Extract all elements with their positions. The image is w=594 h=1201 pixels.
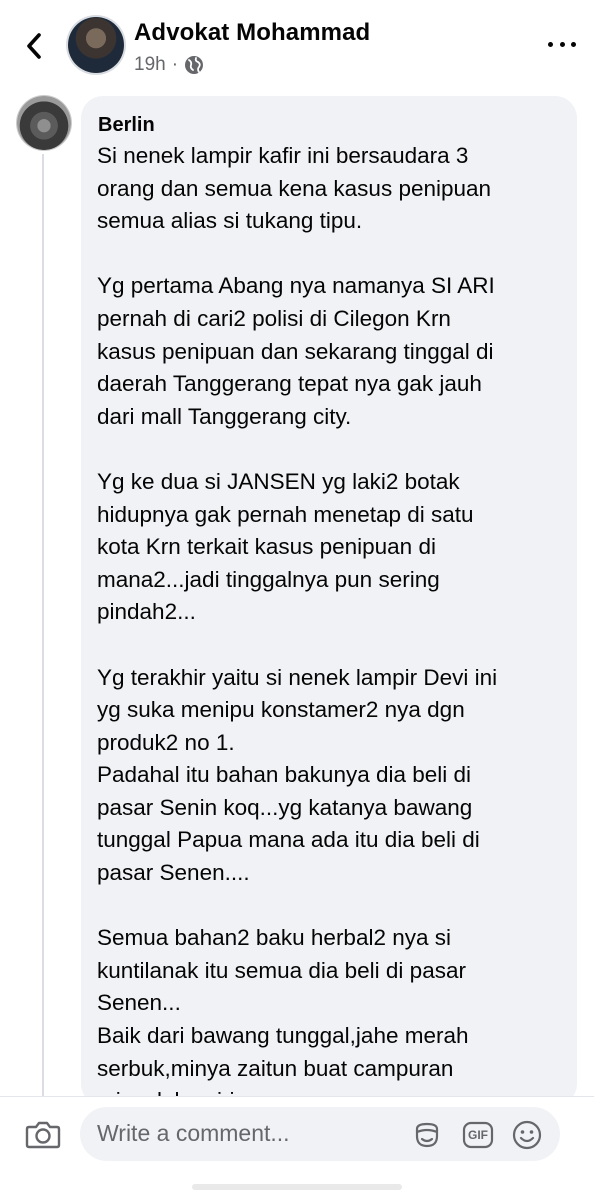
avatar-sticker-button[interactable] — [410, 1118, 444, 1152]
post-header: Advokat Mohammad 19h · — [0, 0, 594, 92]
commenter-name[interactable]: Berlin — [98, 114, 155, 137]
post-meta: 19h · — [134, 54, 204, 76]
avatar-sticker-icon — [415, 1122, 439, 1148]
gif-label: GIF — [468, 1128, 488, 1142]
meta-separator: · — [171, 54, 179, 75]
thread-line — [42, 154, 44, 1096]
camera-icon — [25, 1121, 61, 1149]
post-timestamp[interactable]: 19h — [134, 54, 166, 76]
emoji-icon — [512, 1120, 542, 1150]
comment-placeholder: Write a comment... — [97, 1120, 290, 1146]
comment-input[interactable]: Write a comment... GIF — [80, 1107, 560, 1161]
chevron-left-icon — [27, 33, 41, 59]
more-options-button[interactable] — [548, 34, 576, 54]
author-avatar[interactable] — [68, 17, 124, 73]
back-button[interactable] — [16, 26, 52, 66]
gif-button[interactable]: GIF — [461, 1118, 495, 1152]
comment-text: Si nenek lampir kafir ini bersaudara 3 o… — [97, 143, 498, 1106]
comment-bubble: Berlin Si nenek lampir kafir ini bersaud… — [81, 96, 577, 1106]
commenter-avatar[interactable] — [17, 96, 71, 150]
author-name[interactable]: Advokat Mohammad — [134, 19, 370, 47]
more-dots-icon — [548, 41, 553, 47]
home-indicator — [192, 1184, 402, 1190]
emoji-button[interactable] — [510, 1118, 544, 1152]
globe-icon — [185, 56, 204, 74]
camera-button[interactable] — [23, 1114, 63, 1154]
